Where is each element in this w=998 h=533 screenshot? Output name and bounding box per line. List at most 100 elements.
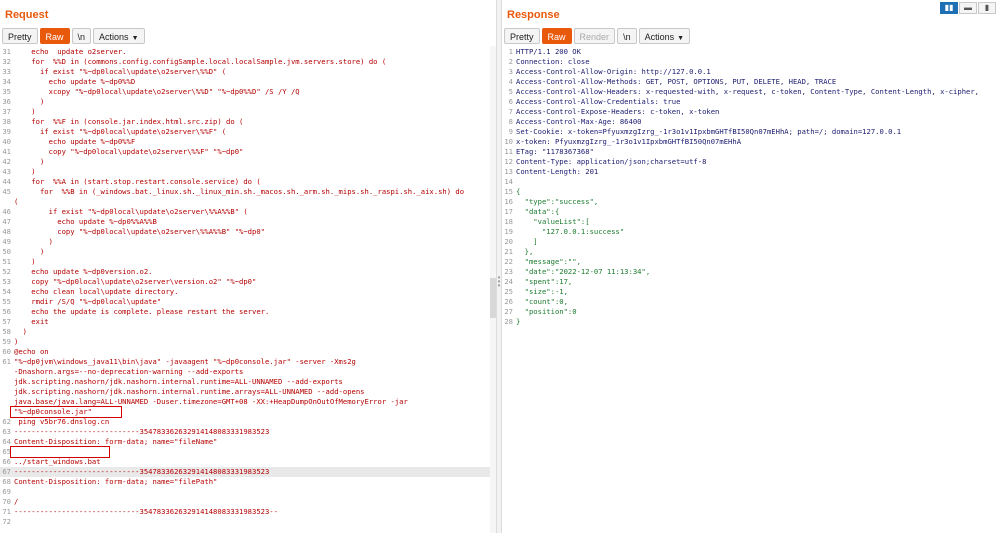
line-text: ) <box>14 337 19 346</box>
line-text: if exist "%~dp0local\update\o2server\%%D… <box>14 67 227 76</box>
code-line: 22 "message":"", <box>502 257 998 267</box>
line-text: "type":"success", <box>516 197 599 206</box>
line-number: 18 <box>504 217 513 226</box>
line-text: -----------------------------35478336263… <box>14 467 270 476</box>
line-number: 36 <box>2 97 11 106</box>
line-number: 39 <box>2 127 11 136</box>
code-line: 40 echo update %~dp0%%F <box>0 137 496 147</box>
code-line: 36 ) <box>0 97 496 107</box>
code-line: 43 ) <box>0 167 496 177</box>
line-number: 69 <box>2 487 11 496</box>
vertical-view-icon[interactable]: ▮ <box>978 2 996 14</box>
line-number: 1 <box>508 47 513 56</box>
code-line: 72 <box>0 517 496 527</box>
line-number: 5 <box>508 87 513 96</box>
line-number: 71 <box>2 507 11 516</box>
tab-render[interactable]: Render <box>573 28 616 44</box>
code-line: 9 Set-Cookie: x-token=PfyuxmzgIzrg_-1r3o1… <box>502 127 998 137</box>
line-text: for %%F in (console.jar.index.html.src.z… <box>14 117 244 126</box>
tab-pretty[interactable]: Pretty <box>504 28 540 44</box>
code-line: 21 }, <box>502 247 998 257</box>
code-line: 33 if exist "%~dp0local\update\o2server\… <box>0 67 496 77</box>
highlight-box <box>10 406 122 418</box>
request-editor[interactable]: 31 echo update o2server. 32 for %%D in (c… <box>0 46 496 533</box>
line-number: 60 <box>2 347 11 356</box>
line-number: 67 <box>2 467 11 476</box>
line-text: echo update %~dp0%%A%%B <box>14 217 157 226</box>
code-line: 17 "data":{ <box>502 207 998 217</box>
code-line: 19 "127.0.0.1:success" <box>502 227 998 237</box>
line-number: 13 <box>504 167 513 176</box>
line-text: -----------------------------35478336263… <box>14 507 278 516</box>
code-line: 51 ) <box>0 257 496 267</box>
code-line: 63 -----------------------------354783362… <box>0 427 496 437</box>
code-line: 20 ] <box>502 237 998 247</box>
tab-newline[interactable]: \n <box>617 28 637 44</box>
split-view-icon[interactable]: ▮▮ <box>940 2 958 14</box>
line-number: 11 <box>504 147 513 156</box>
code-line: 60 @echo on <box>0 347 496 357</box>
code-line: 66 ../start_windows.bat <box>0 457 496 467</box>
line-number: 72 <box>2 517 11 526</box>
line-number: 55 <box>2 297 11 306</box>
line-text: @echo on <box>14 347 49 356</box>
code-line: 54 echo clean local\update directory. <box>0 287 496 297</box>
line-text: echo update %~dp0%%F <box>14 137 136 146</box>
line-text: ] <box>516 237 538 246</box>
line-text: Access-Control-Allow-Credentials: true <box>516 97 681 106</box>
code-line: 47 echo update %~dp0%%A%%B <box>0 217 496 227</box>
tab-pretty[interactable]: Pretty <box>2 28 38 44</box>
line-text: echo update o2server. <box>14 47 127 56</box>
line-number: 43 <box>2 167 11 176</box>
line-number: 50 <box>2 247 11 256</box>
code-line: 42 ) <box>0 157 496 167</box>
line-text: ) <box>14 247 45 256</box>
line-number: 70 <box>2 497 11 506</box>
code-line: 5 Access-Control-Allow-Headers: x-request… <box>502 87 998 97</box>
code-line: 32 for %%D in (commons.config.configSamp… <box>0 57 496 67</box>
code-line: 39 if exist "%~dp0local\update\o2server\… <box>0 127 496 137</box>
line-text: ( <box>14 197 19 206</box>
code-line: 58 ) <box>0 327 496 337</box>
actions-button[interactable]: Actions ▼ <box>638 28 691 44</box>
line-number: 49 <box>2 237 11 246</box>
line-text: Set-Cookie: x-token=PfyuxmzgIzrg_-1r3o1v… <box>516 127 902 136</box>
chevron-down-icon: ▼ <box>677 35 685 42</box>
line-number: 27 <box>504 307 513 316</box>
tab-raw[interactable]: Raw <box>541 28 572 44</box>
line-text: for %%D in (commons.config.configSample.… <box>14 57 387 66</box>
horizontal-view-icon[interactable]: ▬ <box>959 2 977 14</box>
line-number: 8 <box>508 117 513 126</box>
code-line: 14 <box>502 177 998 187</box>
line-text: "spent":17, <box>516 277 573 286</box>
tab-newline[interactable]: \n <box>71 28 92 44</box>
code-line: 49 ) <box>0 237 496 247</box>
line-text: "message":"", <box>516 257 581 266</box>
tab-raw[interactable]: Raw <box>39 28 70 44</box>
line-number: 48 <box>2 227 11 236</box>
drag-grip-icon[interactable]: • • • <box>497 274 501 290</box>
line-text: "size":-1, <box>516 287 568 296</box>
line-number: 59 <box>2 337 11 346</box>
line-text: xcopy "%~dp0local\update\o2server\%%D" "… <box>14 87 300 96</box>
line-number: 41 <box>2 147 11 156</box>
code-line: jdk.scripting.nashorn/jdk.nashorn.intern… <box>0 387 496 397</box>
code-line: 24 "spent":17, <box>502 277 998 287</box>
line-text: ) <box>14 237 53 246</box>
line-text: for %%A in (start.stop.restart.console.s… <box>14 177 261 186</box>
line-number: 53 <box>2 277 11 286</box>
line-text: "valueList":[ <box>516 217 590 226</box>
response-editor[interactable]: 1 HTTP/1.1 200 OK 2 Connection: close 3 Acces… <box>502 46 998 533</box>
response-toolbar: Pretty Raw Render \n Actions ▼ <box>504 28 691 44</box>
code-line: 53 copy "%~dp0local\update\o2server\vers… <box>0 277 496 287</box>
line-number: 22 <box>504 257 513 266</box>
line-text: / <box>14 497 19 506</box>
actions-button[interactable]: Actions ▼ <box>93 28 145 44</box>
line-number: 9 <box>508 127 513 136</box>
line-text: if exist "%~dp0local\update\o2server\%%F… <box>14 127 227 136</box>
line-text: jdk.scripting.nashorn/jdk.nashorn.intern… <box>14 377 343 386</box>
line-number: 44 <box>2 177 11 186</box>
code-line: 3 Access-Control-Allow-Origin: http://127… <box>502 67 998 77</box>
line-number: 47 <box>2 217 11 226</box>
line-text: Access-Control-Allow-Methods: GET, POST,… <box>516 77 837 86</box>
